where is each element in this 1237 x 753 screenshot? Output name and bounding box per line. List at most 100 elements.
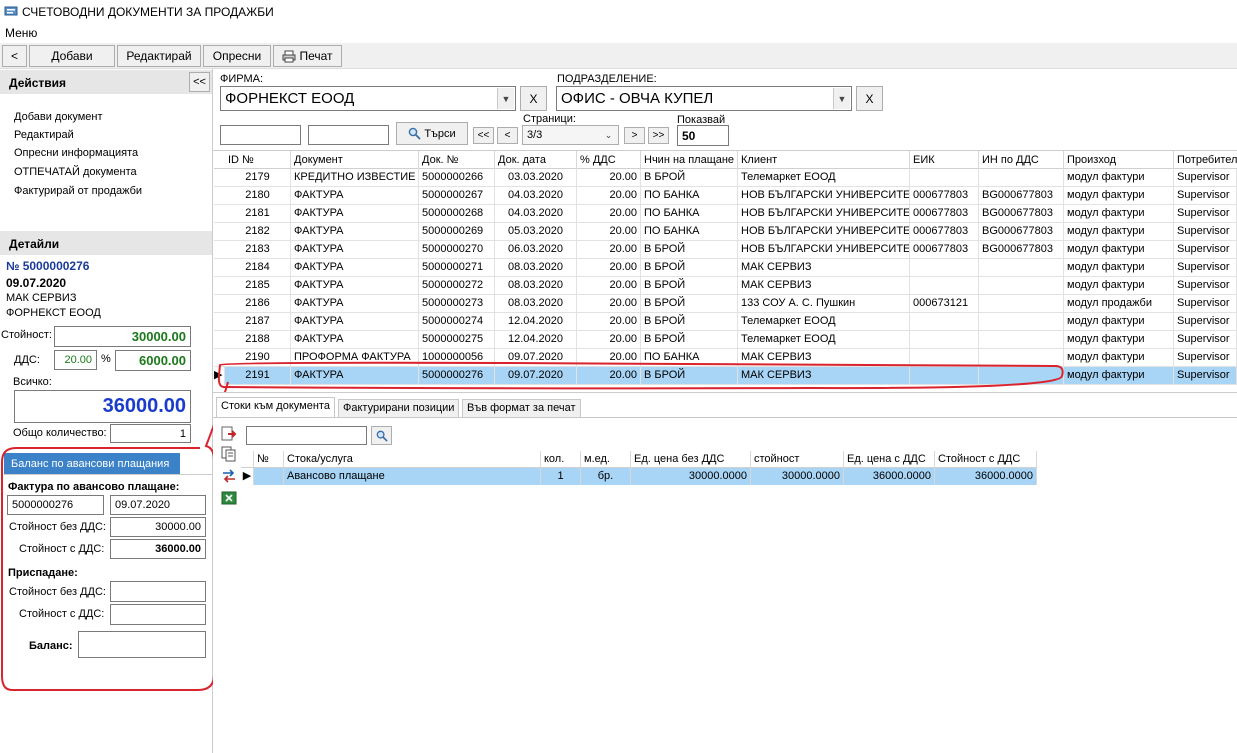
cell-origin[interactable]: модул фактури [1064, 349, 1174, 367]
items-search-button[interactable] [371, 426, 392, 445]
cell-origin[interactable]: модул фактури [1064, 259, 1174, 277]
last-page-button[interactable]: >> [648, 127, 669, 144]
cell-id[interactable]: 2179 [225, 169, 291, 187]
cell-user[interactable]: Supervisor [1174, 313, 1237, 331]
transfer-icon[interactable] [221, 468, 237, 484]
cell-client[interactable]: МАК СЕРВИЗ [738, 259, 910, 277]
copy-document-icon[interactable] [221, 446, 237, 462]
cell-vat-id[interactable] [979, 169, 1064, 187]
back-button[interactable]: < [2, 45, 27, 67]
action-invoice-from-sales[interactable]: Фактурирай от продажби [14, 185, 142, 197]
cell-doc-number[interactable]: 5000000269 [419, 223, 495, 241]
items-col-unit-price[interactable]: Ед. цена без ДДС [631, 451, 751, 468]
cell-document[interactable]: ФАКТУРА [291, 223, 419, 241]
cell-doc-date[interactable]: 12.04.2020 [495, 313, 577, 331]
cell-payment[interactable]: В БРОЙ [641, 241, 738, 259]
cell-client[interactable]: НОВ БЪЛГАРСКИ УНИВЕРСИТЕТ [738, 223, 910, 241]
items-cell-product[interactable]: Авансово плащане [284, 468, 541, 485]
cell-client[interactable]: НОВ БЪЛГАРСКИ УНИВЕРСИТЕТ [738, 187, 910, 205]
cell-eik[interactable]: 000673121 [910, 295, 979, 313]
cell-payment[interactable]: ПО БАНКА [641, 205, 738, 223]
cell-id[interactable]: 2184 [225, 259, 291, 277]
col-header-id[interactable]: ID № [225, 151, 291, 169]
col-header-origin[interactable]: Произход [1064, 151, 1174, 169]
cell-document[interactable]: ФАКТУРА [291, 277, 419, 295]
cell-id[interactable]: 2180 [225, 187, 291, 205]
cell-payment[interactable]: ПО БАНКА [641, 187, 738, 205]
table-row[interactable]: 2185 ФАКТУРА 5000000272 08.03.2020 20.00 В БР… [214, 277, 1237, 295]
print-button[interactable]: Печат [273, 45, 342, 67]
items-cell-unit-price[interactable]: 30000.0000 [631, 468, 751, 485]
cell-origin[interactable]: модул фактури [1064, 169, 1174, 187]
cell-vat[interactable]: 20.00 [577, 259, 641, 277]
items-cell-unit[interactable]: бр. [581, 468, 631, 485]
col-header-doc-date[interactable]: Док. дата [495, 151, 577, 169]
cell-doc-number[interactable]: 5000000267 [419, 187, 495, 205]
cell-payment[interactable]: ПО БАНКА [641, 223, 738, 241]
cell-id[interactable]: 2182 [225, 223, 291, 241]
cell-document[interactable]: ФАКТУРА [291, 331, 419, 349]
prev-page-button[interactable]: < [497, 127, 518, 144]
cell-id[interactable]: 2187 [225, 313, 291, 331]
col-header-document[interactable]: Документ [291, 151, 419, 169]
items-col-product[interactable]: Стока/услуга [284, 451, 541, 468]
cell-doc-number[interactable]: 5000000271 [419, 259, 495, 277]
items-col-unit-price-vat[interactable]: Ед. цена с ДДС [844, 451, 935, 468]
items-col-value[interactable]: стойност [751, 451, 844, 468]
table-row[interactable]: 2179 КРЕДИТНО ИЗВЕСТИЕ 5000000266 03.03.202… [214, 169, 1237, 187]
cell-origin[interactable]: модул фактури [1064, 277, 1174, 295]
division-clear-button[interactable]: X [856, 86, 883, 111]
table-row[interactable]: 2181 ФАКТУРА 5000000268 04.03.2020 20.00 ПО Б… [214, 205, 1237, 223]
cell-id[interactable]: 2186 [225, 295, 291, 313]
cell-vat-id[interactable]: BG000677803 [979, 241, 1064, 259]
edit-button[interactable]: Редактирай [117, 45, 201, 67]
first-page-button[interactable]: << [473, 127, 494, 144]
cell-client[interactable]: Телемаркет ЕООД [738, 313, 910, 331]
cell-payment[interactable]: В БРОЙ [641, 169, 738, 187]
cell-document[interactable]: ФАКТУРА [291, 205, 419, 223]
cell-payment[interactable]: В БРОЙ [641, 295, 738, 313]
cell-doc-date[interactable]: 03.03.2020 [495, 169, 577, 187]
col-header-user[interactable]: Потребител [1174, 151, 1237, 169]
cell-document[interactable]: ФАКТУРА [291, 259, 419, 277]
items-cell-value[interactable]: 30000.0000 [751, 468, 844, 485]
action-add-document[interactable]: Добави документ [14, 111, 103, 123]
cell-vat[interactable]: 20.00 [577, 295, 641, 313]
chevron-down-icon[interactable]: ⌄ [600, 127, 617, 143]
add-item-icon[interactable] [221, 426, 237, 442]
cell-eik[interactable]: 000677803 [910, 187, 979, 205]
cell-user[interactable]: Supervisor [1174, 349, 1237, 367]
chevron-down-icon[interactable]: ▼ [497, 88, 514, 109]
cell-id[interactable]: 2185 [225, 277, 291, 295]
table-row[interactable]: 2184 ФАКТУРА 5000000271 08.03.2020 20.00 В БР… [214, 259, 1237, 277]
cell-origin[interactable]: модул фактури [1064, 331, 1174, 349]
tab-invoiced-positions[interactable]: Фактурирани позиции [338, 399, 460, 417]
cell-origin[interactable]: модул фактури [1064, 241, 1174, 259]
cell-vat-id[interactable]: BG000677803 [979, 187, 1064, 205]
cell-vat[interactable]: 20.00 [577, 241, 641, 259]
cell-document[interactable]: ФАКТУРА [291, 241, 419, 259]
excel-export-icon[interactable] [221, 490, 237, 506]
col-header-client[interactable]: Клиент [738, 151, 910, 169]
cell-id[interactable]: 2183 [225, 241, 291, 259]
cell-vat-id[interactable]: BG000677803 [979, 223, 1064, 241]
cell-origin[interactable]: модул продажби [1064, 295, 1174, 313]
cell-doc-number[interactable]: 5000000266 [419, 169, 495, 187]
cell-vat[interactable]: 20.00 [577, 223, 641, 241]
cell-origin[interactable]: модул фактури [1064, 205, 1174, 223]
cell-vat[interactable]: 20.00 [577, 277, 641, 295]
items-col-qty[interactable]: кол. [541, 451, 581, 468]
cell-user[interactable]: Supervisor [1174, 259, 1237, 277]
cell-vat[interactable]: 20.00 [577, 313, 641, 331]
cell-user[interactable]: Supervisor [1174, 205, 1237, 223]
col-header-vat[interactable]: % ДДС [577, 151, 641, 169]
cell-doc-date[interactable]: 05.03.2020 [495, 223, 577, 241]
cell-doc-number[interactable]: 5000000275 [419, 331, 495, 349]
table-row[interactable]: 2188 ФАКТУРА 5000000275 12.04.2020 20.00 В БР… [214, 331, 1237, 349]
items-cell-value-vat[interactable]: 36000.0000 [935, 468, 1037, 485]
cell-doc-date[interactable]: 06.03.2020 [495, 241, 577, 259]
cell-eik[interactable] [910, 331, 979, 349]
cell-vat[interactable]: 20.00 [577, 169, 641, 187]
firm-select[interactable]: ФОРНЕКСТ ЕООД ▼ [220, 86, 516, 111]
cell-id[interactable]: 2181 [225, 205, 291, 223]
